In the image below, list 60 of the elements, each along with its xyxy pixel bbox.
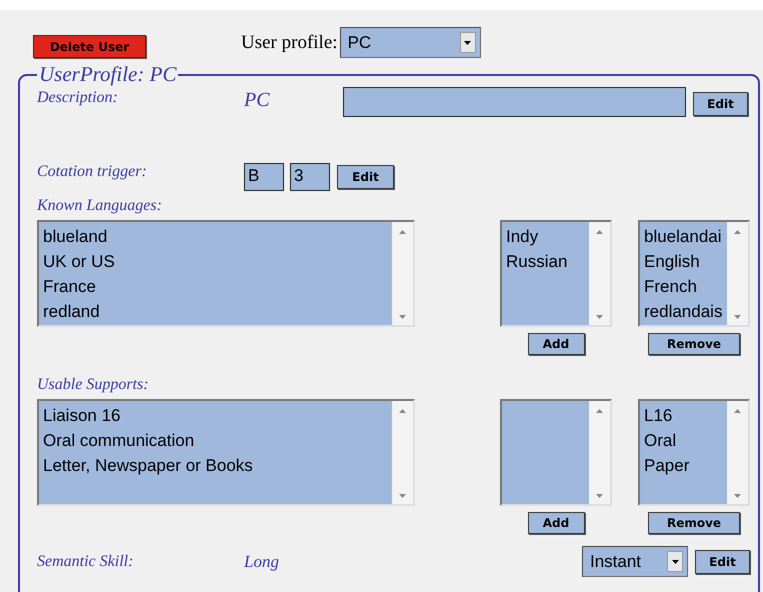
list-item[interactable]: L16 xyxy=(644,403,723,428)
caret-icon[interactable] xyxy=(672,560,678,564)
delete-button[interactable]: Delete User xyxy=(33,35,146,58)
list-item[interactable]: Letter, Newspaper or Books xyxy=(43,453,388,478)
caret-icon[interactable] xyxy=(464,40,472,44)
scroll-up-icon[interactable] xyxy=(596,230,603,234)
list-box[interactable]: Liaison 16 Oral communication Letter, Newspaper or Books xyxy=(37,399,415,506)
dropdown[interactable]: PC xyxy=(340,27,481,58)
list-item[interactable]: blueland xyxy=(43,224,388,249)
scroll-up-icon[interactable] xyxy=(734,409,741,413)
edit-button[interactable]: Edit xyxy=(693,92,748,116)
edit-button[interactable]: Edit xyxy=(695,550,750,574)
scroll-down-icon[interactable] xyxy=(596,494,603,498)
edit-button[interactable]: Edit xyxy=(337,165,394,189)
field-label: Cotation trigger: xyxy=(37,163,148,181)
add-button[interactable]: Add xyxy=(528,512,584,534)
list-item[interactable]: UK or US xyxy=(43,249,388,274)
scroll-down-icon[interactable] xyxy=(734,315,741,319)
list-item[interactable]: Oral xyxy=(644,428,723,453)
input-field[interactable]: B xyxy=(244,163,284,191)
dropdown-button[interactable] xyxy=(667,551,683,572)
list-box[interactable]: bluelandai English French redlandais xyxy=(638,220,750,327)
section-label: Usable Supports: xyxy=(37,376,150,395)
list-box[interactable]: Indy Russian xyxy=(500,220,612,327)
list-box[interactable]: blueland UK or US France redland xyxy=(37,220,415,327)
list-item[interactable]: Paper xyxy=(644,453,723,478)
list-item[interactable]: redland xyxy=(43,299,388,324)
list-item[interactable]: bluelandai xyxy=(644,224,723,249)
input-field[interactable]: 3 xyxy=(290,163,330,191)
list-item[interactable]: Russian xyxy=(506,249,585,274)
field-label: Description: xyxy=(37,89,119,107)
section-label: Known Languages: xyxy=(37,197,163,216)
remove-button[interactable]: Remove xyxy=(648,333,740,355)
list-item[interactable]: Oral communication xyxy=(43,428,388,453)
list-item[interactable]: French xyxy=(644,274,723,299)
list-item[interactable]: France xyxy=(43,274,388,299)
field-label: Semantic Skill: xyxy=(37,552,134,570)
panel-title: UserProfile: PC xyxy=(38,62,178,87)
profile-label: User profile: xyxy=(241,32,338,54)
field-value: PC xyxy=(244,89,271,112)
scroll-up-icon[interactable] xyxy=(734,230,741,234)
scroll-down-icon[interactable] xyxy=(734,494,741,498)
list-item[interactable]: Liaison 16 xyxy=(43,403,388,428)
list-item[interactable]: redlandais xyxy=(644,299,723,324)
scroll-up-icon[interactable] xyxy=(399,230,406,234)
scroll-up-icon[interactable] xyxy=(596,409,603,413)
dropdown-button[interactable] xyxy=(460,32,476,53)
scroll-up-icon[interactable] xyxy=(399,409,406,413)
field-value: Long xyxy=(244,552,280,572)
remove-button[interactable]: Remove xyxy=(648,512,740,534)
scroll-down-icon[interactable] xyxy=(596,315,603,319)
list-box[interactable]: L16 Oral Paper xyxy=(638,399,750,506)
add-button[interactable]: Add xyxy=(528,333,584,355)
list-item[interactable]: Indy xyxy=(506,224,585,249)
input-field[interactable] xyxy=(343,87,686,117)
scroll-down-icon[interactable] xyxy=(399,315,406,319)
list-box[interactable] xyxy=(500,399,612,506)
dropdown[interactable]: Instant xyxy=(582,546,688,577)
list-item[interactable]: English xyxy=(644,249,723,274)
scroll-down-icon[interactable] xyxy=(399,494,406,498)
